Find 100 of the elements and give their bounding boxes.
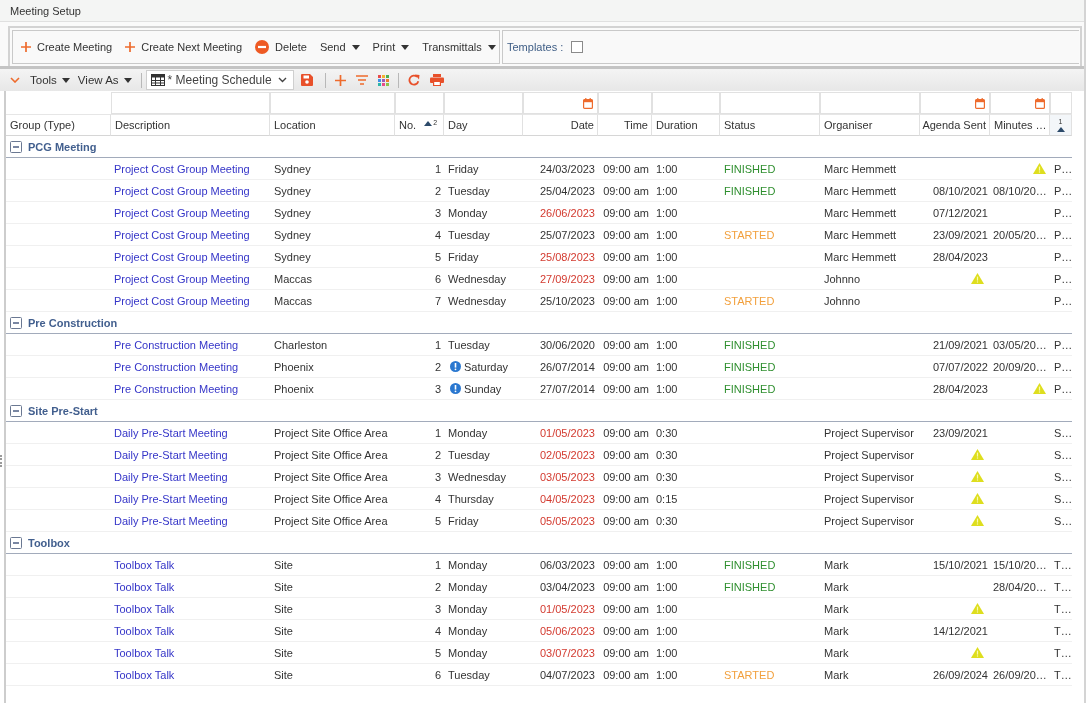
sort-arrow-icon[interactable] (1056, 127, 1065, 132)
date-text: 03/07/2023 (539, 646, 595, 659)
filter-field[interactable] (1050, 92, 1072, 114)
organiser-name: Mark (824, 558, 849, 571)
location-text: Phoenix (274, 360, 314, 373)
time-text: 09:00 am (603, 646, 649, 659)
organiser-name: Mark (824, 624, 849, 637)
plus-icon[interactable] (334, 74, 346, 86)
meeting-link[interactable]: Project Cost Group Meeting (114, 250, 250, 263)
filter-field[interactable] (444, 92, 523, 114)
column-header[interactable]: Day (448, 119, 468, 131)
truncated-text: T… (1054, 558, 1072, 571)
meeting-link[interactable]: Daily Pre-Start Meeting (114, 492, 228, 505)
filter-field[interactable] (990, 92, 1050, 114)
filter-field[interactable] (270, 92, 395, 114)
meeting-link[interactable]: Project Cost Group Meeting (114, 294, 250, 307)
meeting-link[interactable]: Toolbox Talk (114, 602, 175, 615)
column-header[interactable]: Description (115, 119, 171, 131)
dropdown-button[interactable]: Print (367, 38, 415, 56)
calendar-icon[interactable] (975, 97, 985, 109)
filter-icon[interactable] (355, 75, 368, 85)
meeting-link[interactable]: Toolbox Talk (114, 580, 175, 593)
delete-button[interactable]: Delete (250, 37, 312, 57)
filter-field[interactable] (820, 92, 920, 114)
table-icon (150, 74, 165, 86)
filter-field[interactable] (395, 92, 444, 114)
filter-field[interactable] (598, 92, 652, 114)
calendar-icon[interactable] (1035, 97, 1045, 109)
filter-field[interactable] (652, 92, 720, 114)
meeting-link[interactable]: Project Cost Group Meeting (114, 272, 250, 285)
group-header[interactable]: Site Pre-Start (28, 404, 98, 417)
meeting-link[interactable]: Daily Pre-Start Meeting (114, 426, 228, 439)
meeting-link[interactable]: Daily Pre-Start Meeting (114, 514, 228, 527)
printer-icon[interactable] (429, 74, 444, 86)
dropdown-button[interactable]: Transmittals (417, 38, 501, 56)
duration-text: 1:00 (656, 250, 678, 263)
column-header[interactable]: Status (724, 119, 756, 131)
meeting-link[interactable]: Pre Construction Meeting (114, 360, 239, 373)
date-text: 25/07/2023 (539, 228, 595, 241)
column-header[interactable]: Location (274, 119, 316, 131)
minus-circle-icon (255, 40, 270, 54)
duration-text: 1:00 (656, 360, 678, 373)
templates-checkbox[interactable] (571, 41, 584, 53)
group-header[interactable]: PCG Meeting (28, 140, 97, 153)
meeting-number: 4 (434, 492, 441, 505)
location-text: Sydney (274, 228, 311, 241)
truncated-text: S… (1054, 448, 1073, 461)
refresh-icon[interactable] (407, 74, 420, 86)
meeting-link[interactable]: Project Cost Group Meeting (114, 206, 250, 219)
truncated-text: P… (1054, 382, 1073, 395)
add-button[interactable]: Create Meeting (16, 38, 118, 56)
meeting-number: 6 (434, 272, 441, 285)
caret-down-icon (401, 44, 410, 50)
sort-arrow-icon[interactable] (424, 121, 433, 126)
meeting-link[interactable]: Pre Construction Meeting (114, 338, 239, 351)
calendar-icon[interactable] (583, 97, 593, 109)
meeting-link[interactable]: Pre Construction Meeting (114, 382, 239, 395)
column-header[interactable]: No. (399, 119, 417, 131)
meeting-link[interactable]: Toolbox Talk (114, 624, 175, 637)
column-header[interactable]: Date (570, 119, 594, 131)
agenda-sent-date: 07/07/2022 (932, 360, 988, 373)
meeting-link[interactable]: Toolbox Talk (114, 558, 175, 571)
meeting-link[interactable]: Daily Pre-Start Meeting (114, 470, 228, 483)
meeting-link[interactable]: Project Cost Group Meeting (114, 228, 250, 241)
resize-grip-icon[interactable] (0, 455, 4, 467)
window-title: Meeting Setup (10, 4, 81, 17)
meeting-number: 3 (434, 602, 441, 615)
day-text: Monday (448, 624, 488, 637)
truncated-text: P… (1054, 228, 1073, 241)
add-button[interactable]: Create Next Meeting (120, 38, 248, 56)
view-select[interactable]: * Meeting Schedule (145, 70, 294, 90)
meeting-link[interactable]: Project Cost Group Meeting (114, 162, 250, 175)
meeting-link[interactable]: Project Cost Group Meeting (114, 184, 250, 197)
group-header[interactable]: Pre Construction (28, 316, 118, 329)
filter-field[interactable] (920, 92, 990, 114)
meeting-link[interactable]: Toolbox Talk (114, 646, 175, 659)
minus-square-icon[interactable] (10, 404, 22, 417)
filter-field[interactable] (111, 92, 270, 114)
caret-down-icon (61, 77, 70, 83)
meeting-link[interactable]: Toolbox Talk (114, 668, 175, 681)
dropdown-button[interactable]: Tools (27, 72, 73, 88)
filter-field[interactable] (523, 92, 598, 114)
truncated-text: T… (1054, 624, 1072, 637)
truncated-text: P… (1054, 206, 1073, 219)
minus-square-icon[interactable] (10, 536, 22, 549)
day-text: Friday (448, 514, 479, 527)
status-text: STARTED (724, 668, 775, 681)
meeting-link[interactable]: Daily Pre-Start Meeting (114, 448, 228, 461)
status-text: FINISHED (724, 382, 776, 395)
dot-grid-icon[interactable] (377, 74, 389, 86)
dropdown-button[interactable]: Send (314, 38, 365, 56)
dropdown-button[interactable]: View As (74, 72, 135, 88)
time-text: 09:00 am (603, 360, 649, 373)
date-text: 27/07/2014 (539, 382, 595, 395)
filter-field[interactable] (720, 92, 820, 114)
chevron-down-icon[interactable] (10, 77, 20, 83)
minus-square-icon[interactable] (10, 140, 22, 153)
minus-square-icon[interactable] (10, 316, 22, 329)
group-header[interactable]: Toolbox (28, 536, 70, 549)
truncated-text: S… (1054, 426, 1073, 439)
